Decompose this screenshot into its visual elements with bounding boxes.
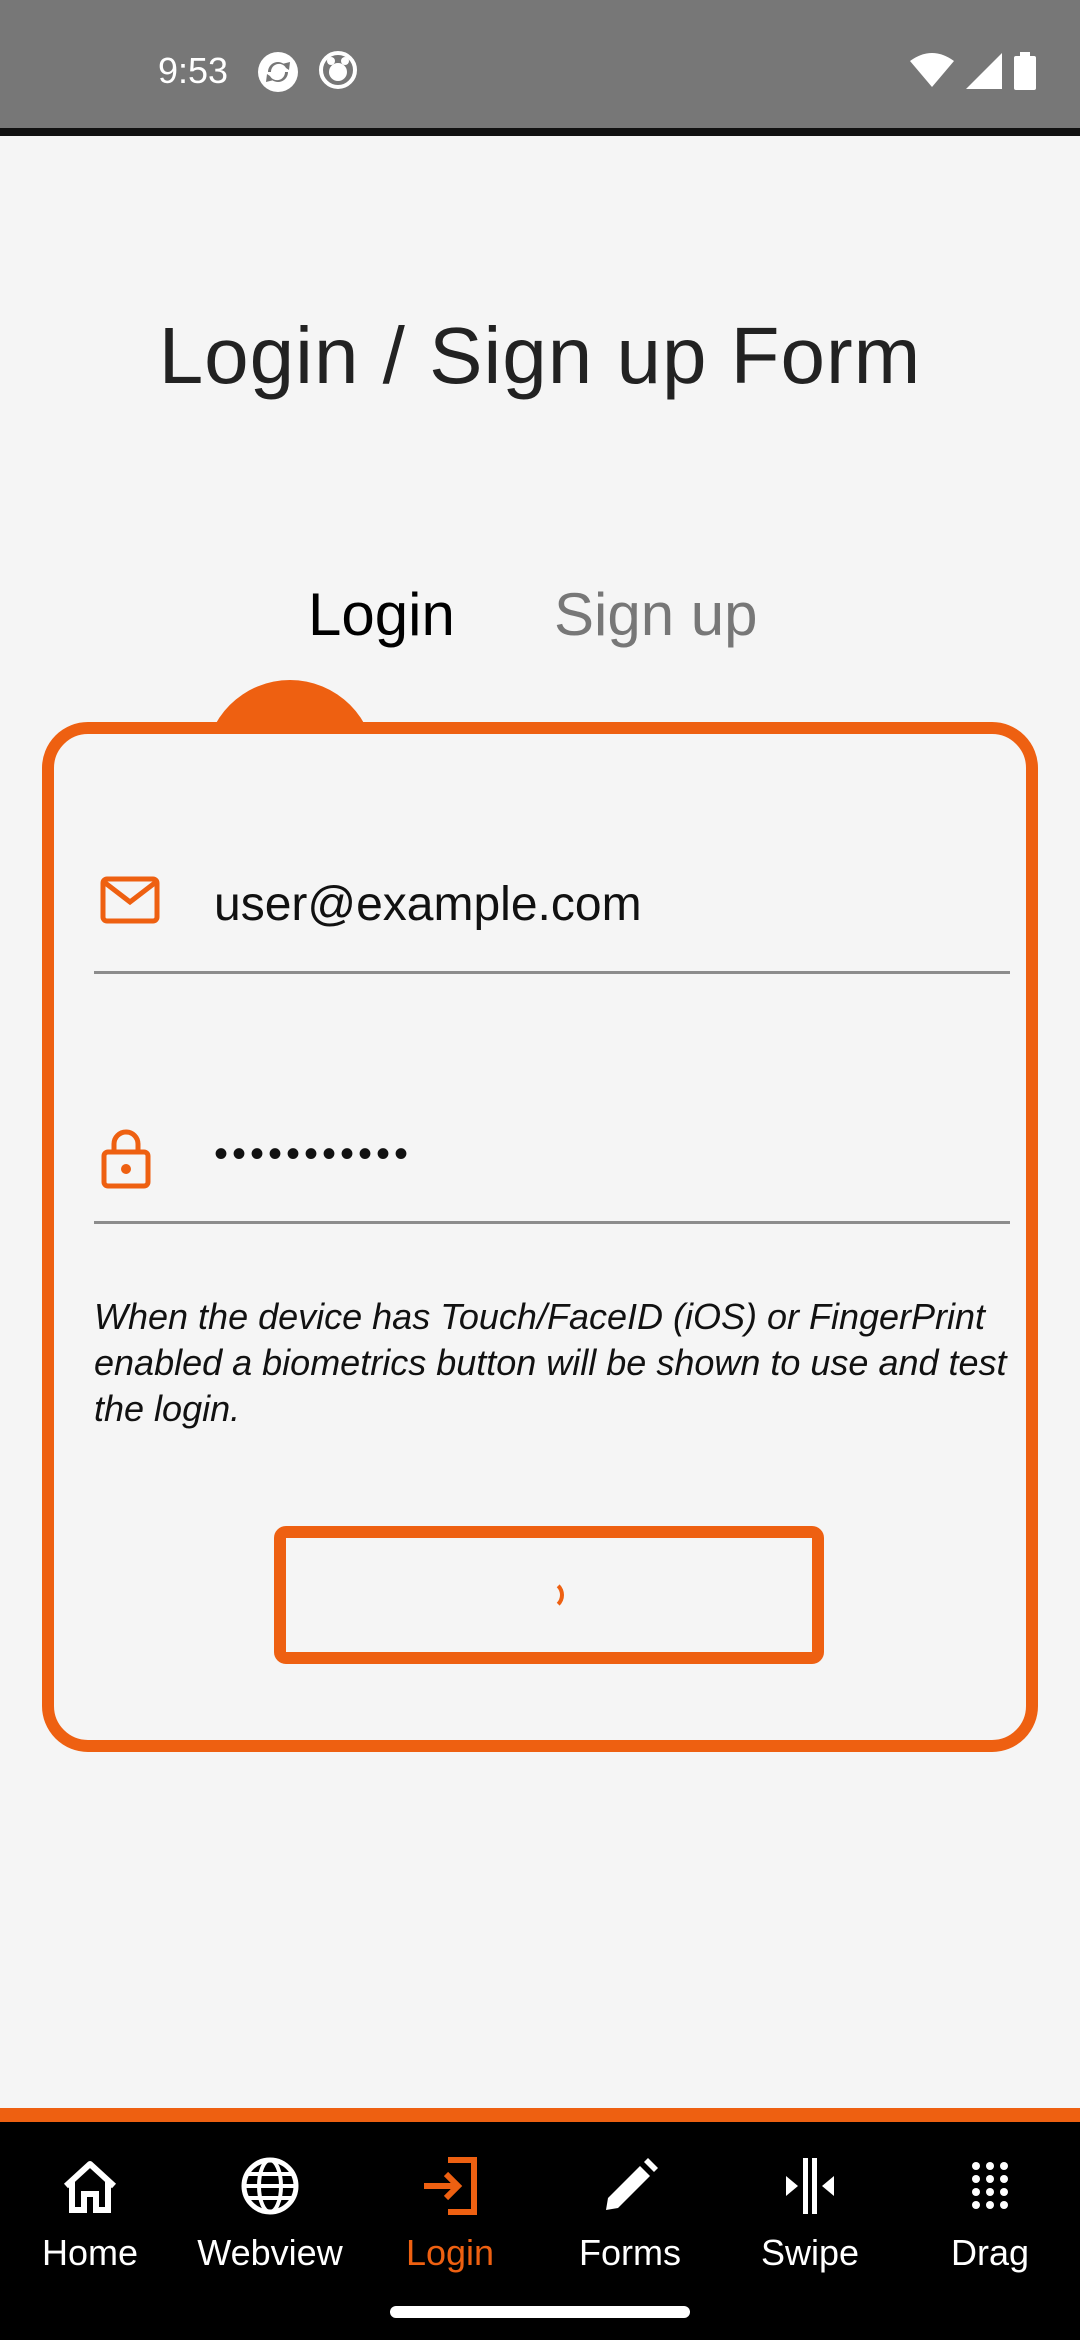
- password-field: [94, 1094, 1010, 1224]
- nav-item-home[interactable]: Home: [0, 2122, 180, 2322]
- nav-item-login[interactable]: Login: [360, 2122, 540, 2322]
- home-icon: [60, 2154, 120, 2218]
- nav-label-forms: Forms: [579, 2232, 681, 2273]
- lock-icon: [100, 1126, 152, 1195]
- biometrics-hint: When the device has Touch/FaceID (iOS) o…: [94, 1296, 1007, 1429]
- sync-icon: [256, 50, 300, 99]
- battery-icon: [1014, 52, 1036, 95]
- nav-label-webview: Webview: [197, 2232, 343, 2273]
- status-bar: 9:53: [0, 0, 1080, 136]
- nav-item-webview[interactable]: Webview: [180, 2122, 360, 2322]
- signal-icon: [966, 53, 1002, 94]
- page-title: Login / Sign up Form: [158, 311, 922, 400]
- app-icon: [318, 50, 358, 99]
- tab-login[interactable]: Login: [308, 580, 455, 649]
- swipe-icon: [778, 2154, 842, 2218]
- pencil-icon: [600, 2154, 660, 2218]
- password-input[interactable]: [214, 1114, 994, 1194]
- tab-signup[interactable]: Sign up: [554, 580, 758, 649]
- status-time: 9:53: [158, 50, 229, 91]
- nav-label-drag: Drag: [950, 2232, 1030, 2273]
- login-signup-tabs: Login Sign up: [0, 580, 1080, 660]
- home-indicator[interactable]: [390, 2306, 690, 2318]
- nav-label-home: Home: [41, 2232, 139, 2273]
- nav-label-login: Login: [405, 2232, 495, 2273]
- status-notification-icons: [256, 50, 358, 99]
- wifi-icon: [910, 53, 954, 94]
- globe-icon: [240, 2154, 300, 2218]
- nav-item-drag[interactable]: Drag: [900, 2122, 1080, 2322]
- mail-icon: [100, 876, 160, 929]
- status-system-icons: [910, 52, 1036, 95]
- nav-item-forms[interactable]: Forms: [540, 2122, 720, 2322]
- loading-spinner-icon: [534, 1580, 564, 1610]
- login-icon: [420, 2154, 480, 2218]
- login-button[interactable]: [274, 1526, 824, 1664]
- email-input[interactable]: [214, 864, 994, 944]
- nav-label-swipe: Swipe: [760, 2232, 860, 2273]
- grid-icon: [970, 2154, 1010, 2218]
- nav-item-swipe[interactable]: Swipe: [720, 2122, 900, 2322]
- login-card: When the device has Touch/FaceID (iOS) o…: [42, 722, 1038, 1752]
- email-field: [94, 844, 1010, 974]
